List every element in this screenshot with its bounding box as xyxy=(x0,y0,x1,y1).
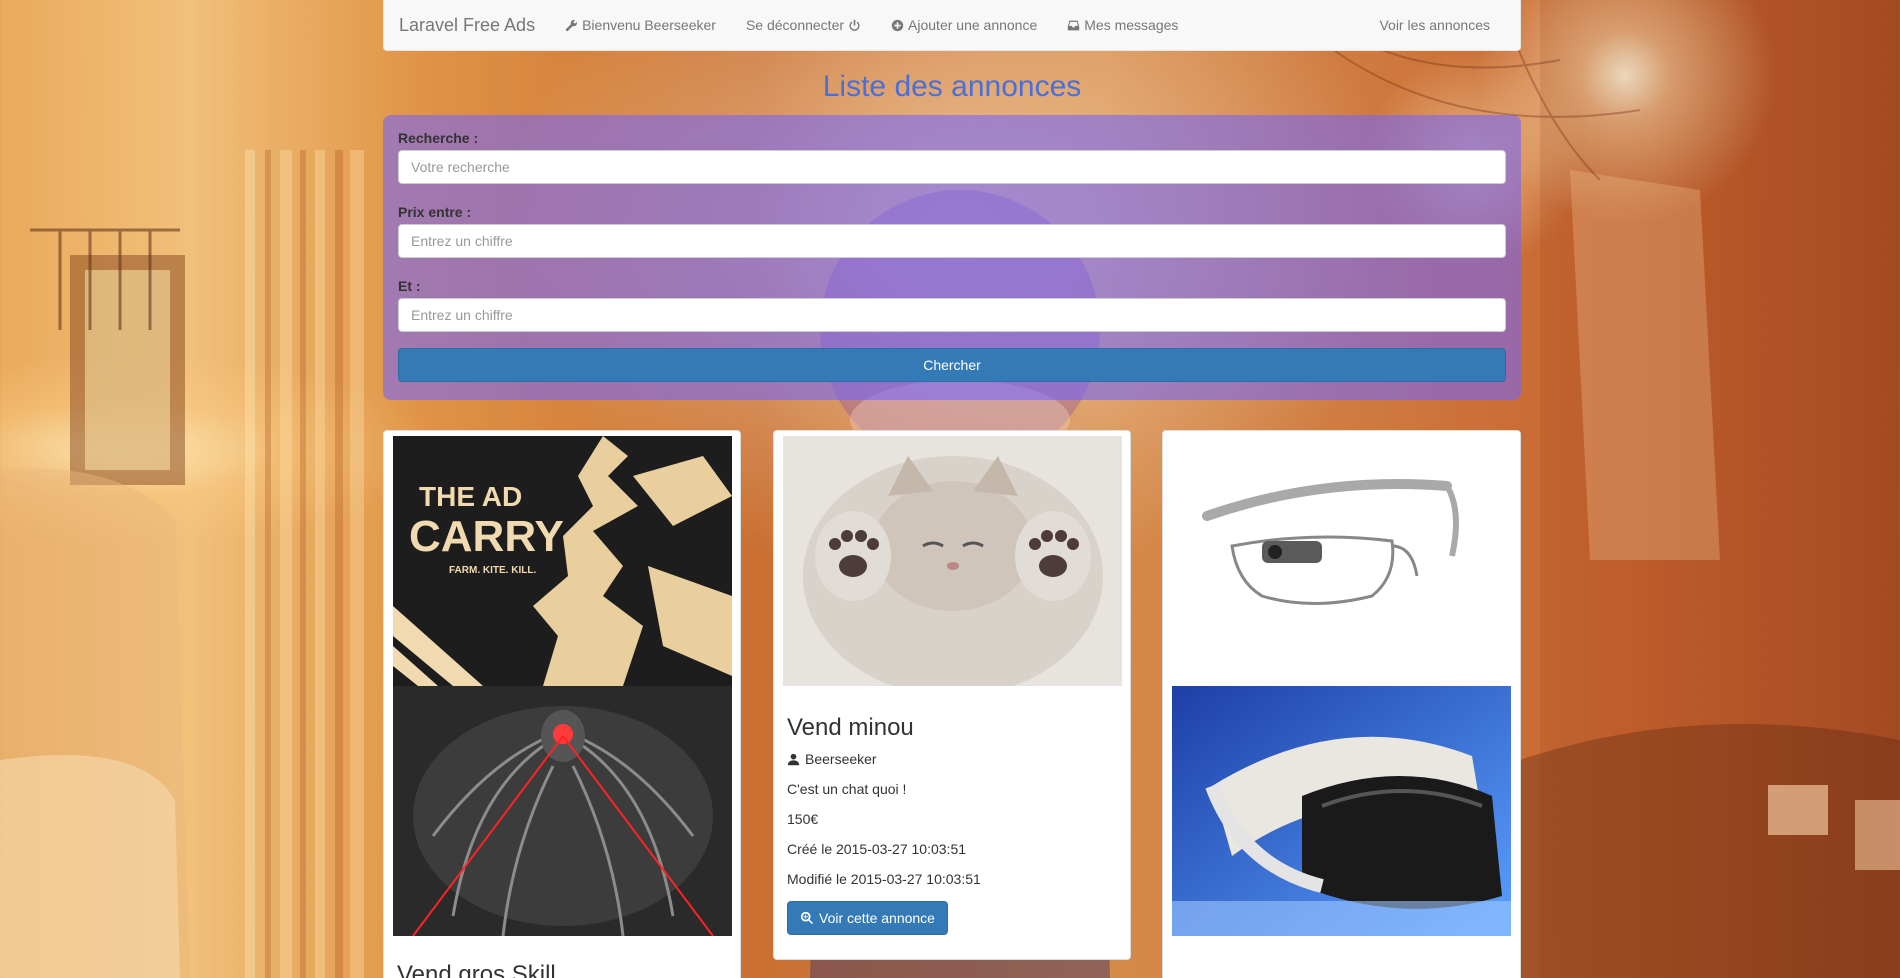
wrench-icon xyxy=(565,19,577,31)
logout-link[interactable]: Se déconnecter xyxy=(731,17,876,33)
ad-created-date: Créé le 2015-03-27 10:03:51 xyxy=(787,841,967,857)
messages-link[interactable]: Mes messages xyxy=(1052,17,1193,33)
price-min-input[interactable] xyxy=(398,224,1506,258)
ad-title: Vend minou xyxy=(787,714,914,741)
price-max-label: Et : xyxy=(398,278,421,294)
ad-card: Vend minou Beerseeker C'est un chat quoi… xyxy=(773,430,1131,960)
ad-card xyxy=(1162,430,1521,978)
price-max-input[interactable] xyxy=(398,298,1506,332)
ad-title: Vend gros Skill xyxy=(397,961,556,978)
welcome-link[interactable]: Bienvenu Beerseeker xyxy=(550,17,731,33)
search-panel: Recherche : Prix entre : Et : Chercher xyxy=(383,115,1521,400)
search-label: Recherche : xyxy=(398,130,479,146)
ad-author: Beerseeker xyxy=(787,751,877,767)
plus-circle-icon xyxy=(891,19,904,31)
messages-label: Mes messages xyxy=(1084,17,1179,33)
zoom-in-icon xyxy=(800,911,814,925)
add-ad-label: Ajouter une annonce xyxy=(908,17,1038,33)
ad-card: THE AD CARRY FARM. KITE. KILL. Vend gros… xyxy=(383,430,741,978)
ad-description: C'est un chat quoi ! xyxy=(787,781,907,797)
ad-carry-poster[interactable]: THE AD CARRY FARM. KITE. KILL. xyxy=(393,436,732,686)
user-icon xyxy=(787,753,800,765)
robot-spider-artwork[interactable] xyxy=(393,686,732,936)
logout-label: Se déconnecter xyxy=(745,17,845,33)
smart-glasses-photo[interactable] xyxy=(1172,436,1511,686)
welcome-label: Bienvenu Beerseeker xyxy=(582,17,716,33)
poster-text-line2: CARRY xyxy=(409,512,564,561)
ad-price: 150€ xyxy=(787,811,819,827)
kitten-photo[interactable] xyxy=(783,436,1122,686)
top-navbar: Laravel Free Ads Bienvenu Beerseeker Se … xyxy=(383,0,1521,51)
search-button[interactable]: Chercher xyxy=(398,348,1506,382)
inbox-icon xyxy=(1068,20,1080,30)
view-ad-button[interactable]: Voir cette annonce xyxy=(787,901,948,935)
poster-text-line1: THE AD xyxy=(419,481,522,512)
ad-author-name: Beerseeker xyxy=(805,751,877,767)
brand-link[interactable]: Laravel Free Ads xyxy=(399,15,535,36)
vr-headset-photo[interactable] xyxy=(1172,686,1511,936)
power-icon xyxy=(849,19,860,31)
view-ads-link[interactable]: Voir les annonces xyxy=(1364,17,1505,33)
search-input[interactable] xyxy=(398,150,1506,184)
price-min-label: Prix entre : xyxy=(398,204,472,220)
page-title: Liste des annonces xyxy=(822,70,1082,103)
view-ad-label: Voir cette annonce xyxy=(819,910,935,926)
poster-text-line3: FARM. KITE. KILL. xyxy=(449,565,536,576)
ad-modified-date: Modifié le 2015-03-27 10:03:51 xyxy=(787,871,981,887)
add-ad-link[interactable]: Ajouter une annonce xyxy=(876,17,1052,33)
